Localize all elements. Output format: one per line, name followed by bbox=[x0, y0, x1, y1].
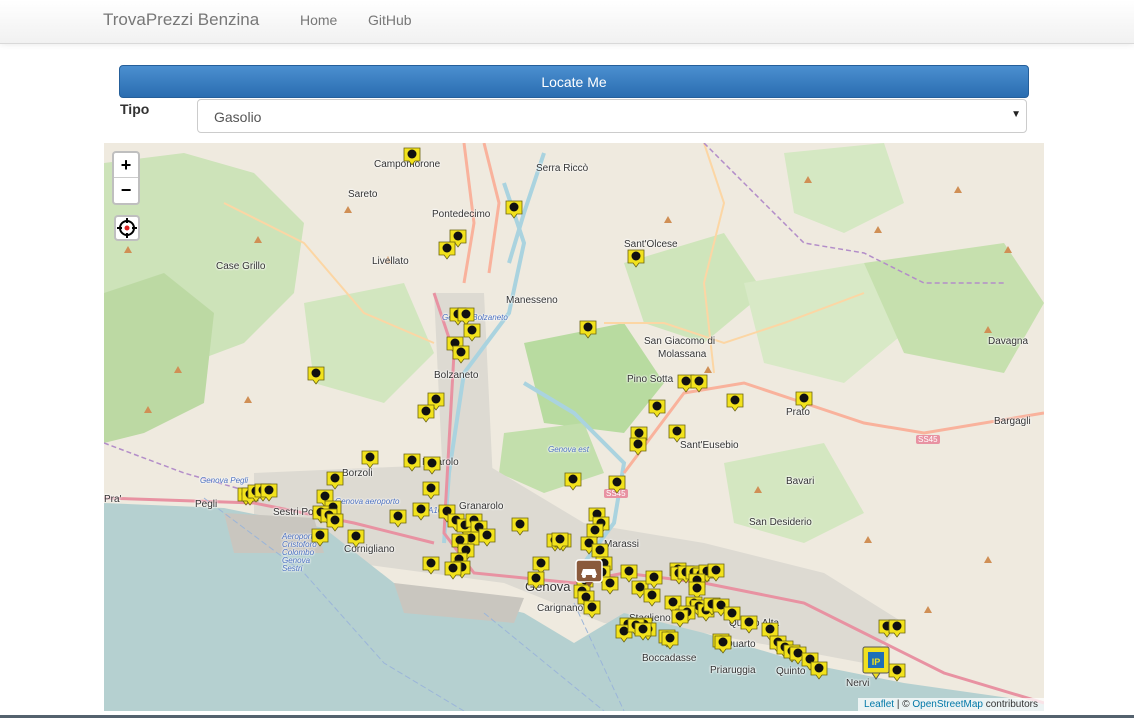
gas-station-marker[interactable] bbox=[347, 529, 365, 548]
gas-station-marker[interactable] bbox=[643, 588, 661, 607]
gas-station-marker[interactable] bbox=[505, 200, 523, 219]
gas-station-marker[interactable] bbox=[527, 571, 545, 590]
gas-station-marker[interactable] bbox=[627, 249, 645, 268]
gas-station-marker[interactable] bbox=[403, 453, 421, 472]
gas-station-marker[interactable] bbox=[690, 374, 708, 393]
gas-station-marker[interactable] bbox=[422, 556, 440, 575]
gas-station-marker[interactable] bbox=[648, 399, 666, 418]
gas-station-marker[interactable] bbox=[307, 366, 325, 385]
gas-station-marker[interactable] bbox=[629, 437, 647, 456]
gas-station-marker[interactable] bbox=[740, 615, 758, 634]
gas-station-marker[interactable] bbox=[311, 528, 329, 547]
leaflet-link[interactable]: Leaflet bbox=[864, 699, 894, 710]
gas-station-marker[interactable] bbox=[423, 456, 441, 475]
gas-station-marker[interactable] bbox=[795, 391, 813, 410]
gas-station-marker[interactable] bbox=[361, 450, 379, 469]
gas-station-marker[interactable] bbox=[661, 631, 679, 650]
gas-station-marker[interactable] bbox=[668, 424, 686, 443]
gas-station-marker[interactable] bbox=[583, 600, 601, 619]
gas-station-marker[interactable] bbox=[620, 564, 638, 583]
navbar: TrovaPrezzi Benzina Home GitHub bbox=[0, 0, 1134, 44]
gas-station-marker[interactable] bbox=[608, 475, 626, 494]
gas-station-marker[interactable] bbox=[888, 619, 906, 638]
gas-station-marker[interactable] bbox=[888, 663, 906, 682]
map[interactable]: Campomorone Serra Riccò Sareto Pontedeci… bbox=[104, 143, 1044, 711]
gas-station-marker[interactable] bbox=[452, 345, 470, 364]
nav-home-link[interactable]: Home bbox=[300, 12, 337, 28]
gas-station-marker[interactable] bbox=[726, 393, 744, 412]
gas-station-marker[interactable] bbox=[688, 581, 706, 600]
gas-station-marker[interactable] bbox=[463, 323, 481, 342]
svg-text:IP: IP bbox=[872, 657, 881, 667]
station-markers-layer bbox=[237, 147, 906, 682]
zoom-out-button[interactable]: − bbox=[114, 178, 138, 203]
gas-station-marker[interactable] bbox=[564, 472, 582, 491]
map-attribution: Leaflet | © OpenStreetMap contributors bbox=[858, 698, 1044, 711]
attribution-suffix: contributors bbox=[982, 699, 1038, 710]
fuel-type-select[interactable]: Gasolio ▼ bbox=[197, 99, 1027, 133]
locate-me-button[interactable]: Locate Me bbox=[119, 65, 1029, 98]
gas-station-marker[interactable] bbox=[601, 576, 619, 595]
gas-station-marker[interactable] bbox=[707, 563, 725, 582]
gas-station-marker[interactable] bbox=[478, 528, 496, 547]
user-location-marker[interactable] bbox=[575, 559, 603, 587]
gas-station-marker[interactable] bbox=[810, 661, 828, 680]
fuel-type-selected-value: Gasolio bbox=[214, 109, 262, 125]
nav-github-link[interactable]: GitHub bbox=[368, 12, 412, 28]
gas-station-marker[interactable] bbox=[444, 561, 462, 580]
gas-station-marker[interactable] bbox=[671, 609, 689, 628]
gas-station-marker[interactable] bbox=[326, 513, 344, 532]
gas-station-marker[interactable] bbox=[403, 147, 421, 166]
gas-station-marker[interactable] bbox=[326, 471, 344, 490]
attribution-separator: | © bbox=[894, 699, 913, 710]
gas-station-marker[interactable] bbox=[422, 481, 440, 500]
fuel-type-label: Tipo bbox=[120, 101, 150, 117]
highlighted-station-marker[interactable]: IP bbox=[862, 646, 890, 680]
gas-station-marker[interactable] bbox=[438, 241, 456, 260]
gas-station-marker[interactable] bbox=[532, 556, 550, 575]
chevron-down-icon: ▼ bbox=[1011, 109, 1021, 120]
gas-station-marker[interactable] bbox=[511, 517, 529, 536]
gas-station-marker[interactable] bbox=[389, 509, 407, 528]
zoom-in-button[interactable]: + bbox=[114, 153, 138, 178]
locate-control-button[interactable] bbox=[114, 215, 140, 241]
brand-link[interactable]: TrovaPrezzi Benzina bbox=[103, 10, 259, 30]
gas-station-marker[interactable] bbox=[412, 502, 430, 521]
gas-station-marker[interactable] bbox=[417, 404, 435, 423]
openstreetmap-link[interactable]: OpenStreetMap bbox=[912, 699, 983, 710]
gas-station-marker[interactable] bbox=[579, 320, 597, 339]
zoom-control: + − bbox=[112, 151, 140, 205]
crosshair-icon bbox=[117, 218, 137, 238]
gas-station-marker[interactable] bbox=[723, 606, 741, 625]
gas-station-marker[interactable] bbox=[714, 635, 732, 654]
